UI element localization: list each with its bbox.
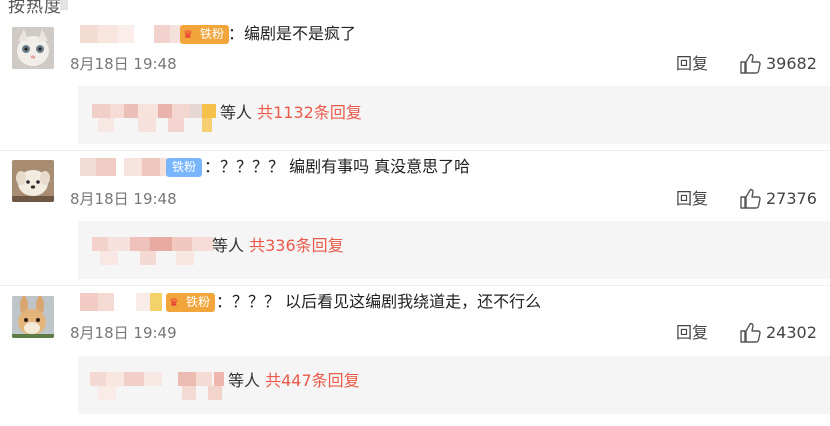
cat-avatar-icon [12,27,54,69]
sub-replies-box[interactable]: 等人 共447条回复 [78,356,830,414]
comment-text: ：编剧是不是疯了 [228,24,357,43]
sub-replies-count[interactable]: 共336条回复 [249,236,344,255]
comment-time: 8月18日 19:49 [70,324,177,342]
divider [0,285,830,286]
top-strip: 按热度 [0,0,830,17]
avatar[interactable] [12,296,54,338]
divider [0,150,830,151]
avatar[interactable] [12,160,54,202]
sub-replies-who: 等人 [212,236,245,255]
sub-replies-box[interactable]: 等人 共336条回复 [78,221,830,279]
reply-button[interactable]: 回复 [676,189,708,209]
comment-time: 8月18日 19:48 [70,190,177,208]
rabbit-avatar-icon [12,296,54,338]
sub-replies-who: 等人 [228,371,261,390]
fan-badge-label: 铁粉 [186,295,211,309]
sub-replies-summary[interactable]: 等人 共1132条回复 [220,102,362,124]
like-thumb-icon[interactable] [739,188,761,210]
fan-badge-icon: ♛ [183,28,193,41]
like-count: 39682 [766,54,817,73]
sort-label-cut: 按热度 [8,0,62,17]
like-thumb-icon[interactable] [739,53,761,75]
comment-time: 8月18日 19:48 [70,55,177,73]
sub-replies-summary[interactable]: 等人 共336条回复 [212,235,344,257]
sub-replies-count[interactable]: 共1132条回复 [257,103,362,122]
sub-replies-count[interactable]: 共447条回复 [265,371,360,390]
sub-replies-who: 等人 [220,103,253,122]
comment-text: ：？？？ 以后看见这编剧我绕道走，还不行么 [216,292,542,311]
comment-text: ：？？？？ 编剧有事吗 真没意思了哈 [204,157,471,176]
avatar[interactable] [12,27,54,69]
sub-replies-summary[interactable]: 等人 共447条回复 [228,370,360,392]
fan-badge: ♛ 铁粉 [180,25,230,44]
blurred-pixel [60,0,68,10]
dog-avatar-icon [12,160,54,202]
sub-replies-box[interactable]: 等人 共1132条回复 [78,86,830,144]
fan-badge-icon: ♛ [169,296,179,309]
like-count: 24302 [766,323,817,342]
reply-button[interactable]: 回复 [676,323,708,343]
fan-badge-label: 铁粉 [200,27,225,41]
like-count: 27376 [766,189,817,208]
fan-badge: ♛ 铁粉 [166,293,216,312]
like-thumb-icon[interactable] [739,322,761,344]
fan-badge-label: 铁粉 [172,160,197,174]
reply-button[interactable]: 回复 [676,54,708,74]
fan-badge: 铁粉 [166,158,203,177]
